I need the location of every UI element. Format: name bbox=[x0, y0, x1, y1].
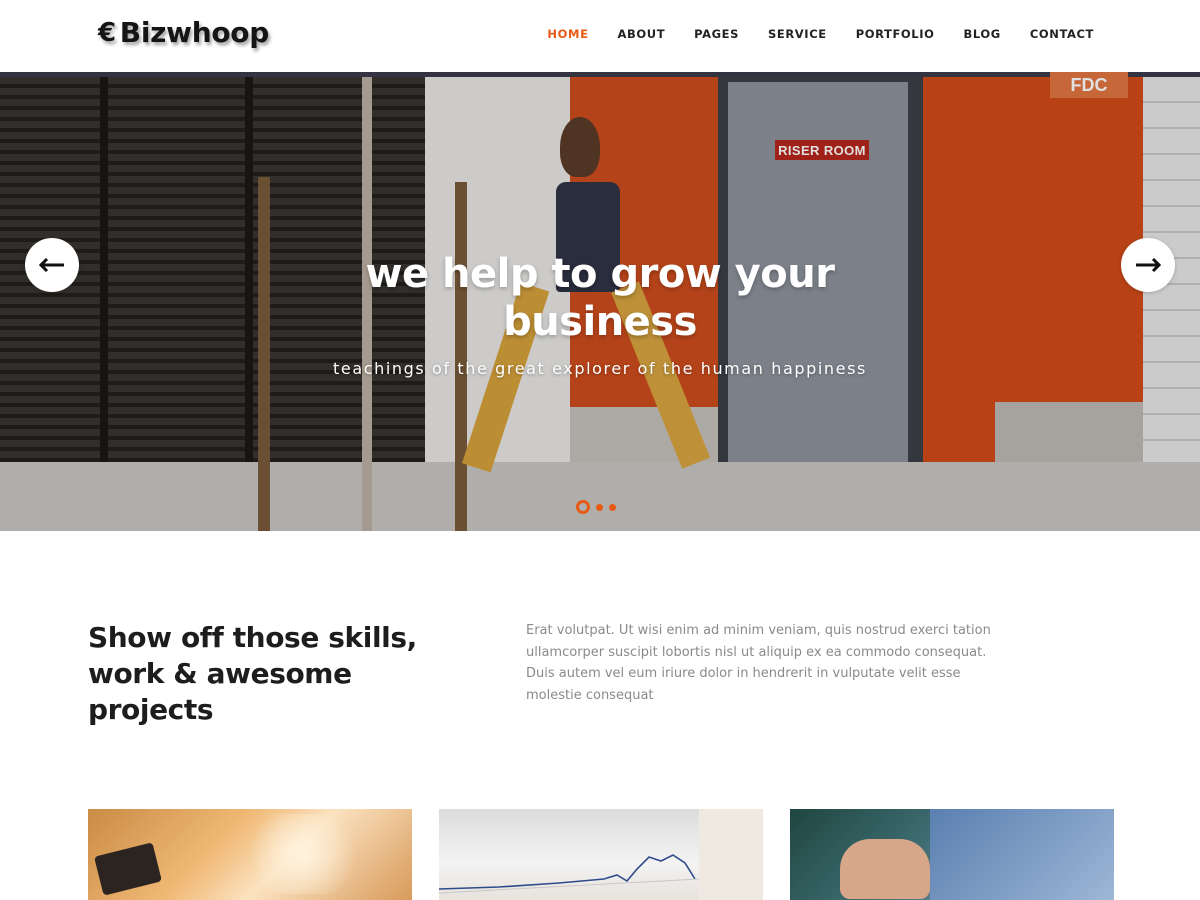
nav-item-portfolio[interactable]: PORTFOLIO bbox=[856, 27, 935, 41]
thumbnail-shirt bbox=[930, 809, 1114, 900]
portfolio-thumbnail[interactable] bbox=[790, 809, 1114, 900]
hero-slider: RISER ROOM FDC we help to grow your busi… bbox=[0, 72, 1200, 531]
thumbnail-phone bbox=[94, 842, 162, 896]
slider-next-button[interactable] bbox=[1121, 238, 1175, 292]
hero-title: we help to grow your business bbox=[365, 251, 835, 345]
nav-item-home[interactable]: HOME bbox=[547, 27, 588, 41]
euro-icon: € bbox=[98, 17, 116, 48]
main-nav: HOME ABOUT PAGES SERVICE PORTFOLIO BLOG … bbox=[547, 27, 1094, 41]
site-header: € Bizwhoop HOME ABOUT PAGES SERVICE PORT… bbox=[0, 0, 1200, 72]
slider-dot[interactable] bbox=[576, 500, 590, 514]
site-logo[interactable]: € Bizwhoop bbox=[98, 16, 269, 49]
nav-item-service[interactable]: SERVICE bbox=[768, 27, 827, 41]
about-heading: Show off those skills, work & awesome pr… bbox=[88, 621, 417, 726]
nav-item-blog[interactable]: BLOG bbox=[964, 27, 1001, 41]
thumbnail-hand bbox=[840, 839, 930, 899]
nav-item-contact[interactable]: CONTACT bbox=[1030, 27, 1094, 41]
slider-dot[interactable] bbox=[596, 503, 603, 511]
nav-item-about[interactable]: ABOUT bbox=[618, 27, 666, 41]
site-name: Bizwhoop bbox=[119, 16, 269, 49]
slider-dot[interactable] bbox=[609, 503, 616, 511]
hero-subtitle: teachings of the great explorer of the h… bbox=[333, 359, 867, 378]
portfolio-thumbnail[interactable] bbox=[88, 809, 412, 900]
thumbnail-panel bbox=[699, 809, 763, 900]
nav-item-pages[interactable]: PAGES bbox=[694, 27, 739, 41]
portfolio-thumbnail[interactable] bbox=[439, 809, 763, 900]
arrow-left-icon bbox=[39, 258, 64, 272]
about-text: Erat volutpat. Ut wisi enim ad minim ven… bbox=[526, 623, 991, 703]
slider-prev-button[interactable] bbox=[25, 238, 79, 292]
arrow-right-icon bbox=[1136, 258, 1161, 272]
slider-pagination bbox=[576, 500, 616, 514]
thumbnail-light bbox=[238, 814, 368, 894]
